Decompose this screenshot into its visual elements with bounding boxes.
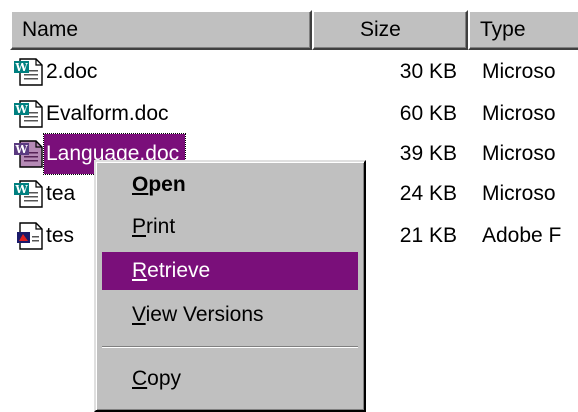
file-list-window: Name Size Type W 2.doc 30 KB Microso W E… (0, 0, 578, 412)
file-size: 30 KB (399, 60, 457, 83)
file-name[interactable]: Evalform.doc (44, 94, 175, 134)
file-type: Adobe F (482, 224, 562, 247)
menu-item-print[interactable]: Print (102, 208, 358, 246)
file-size: 21 KB (399, 224, 457, 247)
file-name[interactable]: tes (44, 216, 80, 256)
menu-item-view-versions[interactable]: View Versions (102, 296, 358, 334)
svg-text:W: W (14, 61, 28, 74)
file-type: Microso (482, 102, 556, 125)
menu-item-copy[interactable]: Copy (102, 360, 358, 398)
context-menu: Open Print Retrieve View Versions Copy (94, 160, 366, 412)
column-header-name[interactable]: Name (10, 10, 312, 50)
file-size: 60 KB (399, 102, 457, 125)
file-row[interactable]: W Evalform.doc 60 KB Microso (0, 94, 578, 134)
file-row[interactable]: W 2.doc 30 KB Microso (0, 52, 578, 92)
svg-text:W: W (14, 143, 28, 156)
file-size: 24 KB (399, 182, 457, 205)
word-doc-icon: W (14, 180, 43, 208)
svg-text:W: W (14, 103, 28, 116)
menu-item-open[interactable]: Open (102, 166, 358, 204)
svg-text:W: W (14, 183, 28, 196)
word-doc-icon: W (14, 100, 43, 128)
acrobat-doc-icon (17, 222, 43, 250)
file-size: 39 KB (399, 142, 457, 165)
file-type: Microso (482, 142, 556, 165)
word-doc-icon: W (14, 58, 43, 86)
file-type: Microso (482, 60, 556, 83)
file-type: Microso (482, 182, 556, 205)
word-doc-icon: W (14, 140, 43, 168)
column-header-type[interactable]: Type (468, 10, 578, 50)
file-name[interactable]: tea (44, 174, 81, 214)
file-name[interactable]: 2.doc (44, 52, 103, 92)
column-header-size[interactable]: Size (312, 10, 468, 50)
menu-separator (102, 346, 358, 348)
column-header-bar: Name Size Type (0, 10, 578, 54)
menu-item-retrieve[interactable]: Retrieve (102, 252, 358, 290)
